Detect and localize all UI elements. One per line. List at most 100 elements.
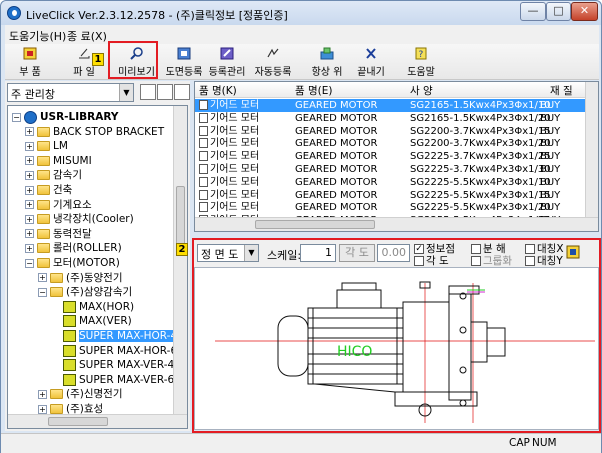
expand-icon[interactable]: + [25,243,34,253]
tree-node[interactable]: + 동력전달 [25,227,92,241]
auto-register-button[interactable]: 자동등록 [251,47,295,78]
list-horizontal-scrollbar[interactable] [195,217,598,231]
cell-text: GEARED MOTOR [295,164,378,175]
expand-icon[interactable]: + [25,156,34,166]
tree-horizontal-scrollbar[interactable] [8,414,187,428]
table-row[interactable]: 기어드 모터 GEARED MOTOR SG2200-3.7Kwx4Px3Φx1/2… [195,137,585,150]
tree-node[interactable]: + 감속기 [25,168,82,182]
menu-exit[interactable]: 종 료(X) [67,28,107,44]
cell-text: GEARED MOTOR [295,125,378,137]
maximize-button[interactable]: □ [546,2,571,21]
expand-icon[interactable]: + [25,141,34,151]
part-icon [63,373,76,386]
cell-text: GEARED MOTOR [295,100,378,111]
cell-text: BUY [540,125,561,137]
tree-node[interactable]: + 건축 [25,183,72,197]
table-row[interactable]: 기어드 모터 GEARED MOTOR SG2225-3.7Kwx4Px3Φx1/3… [195,163,585,176]
tree-node[interactable]: + BACK STOP BRACKET [25,125,164,139]
table-row[interactable]: 기어드 모터 GEARED MOTOR SG2165-1.5Kwx4Px3Φx1/1… [195,99,585,112]
table-row[interactable]: 기어드 모터 GEARED MOTOR SG2165-1.5Kwx4Px3Φx1/2… [195,112,585,125]
expand-icon[interactable]: + [25,200,34,210]
table-cell: 기어드 모터 [199,125,259,138]
panel-layout-icon-2[interactable] [157,84,173,100]
cell-text: 기어드 모터 [210,164,260,175]
always-on-top-button[interactable]: 항상 위 [307,47,347,78]
table-row[interactable]: 기어드 모터 GEARED MOTOR SG2225-5.5Kwx4Px3Φx1/1… [195,176,585,189]
table-row[interactable]: 기어드 모터 GEARED MOTOR SG2225-5.5Kwx4Px3Φx1/2… [195,201,585,214]
folder-icon [37,126,50,137]
minimize-button[interactable]: — [520,2,546,21]
help-button[interactable]: ? 도움말 [401,47,441,78]
folder-icon [50,404,63,414]
tree-node[interactable]: − 모터(MOTOR) [25,256,120,270]
tree-node[interactable]: + 기계요소 [25,198,92,212]
cell-text: SG2225-5.5Kwx4Px3Φx1/10 [410,176,551,188]
header-name-kor[interactable]: 품 명(K) [199,83,237,98]
panel-layout-icon-3[interactable] [174,84,190,100]
expand-icon[interactable]: + [25,127,34,137]
tree-node-label: 건축 [53,184,73,196]
tree-node-label: MAX(HOR) [79,300,135,313]
header-name-eng[interactable]: 품 명(E) [295,83,333,98]
tree-node[interactable]: + (주)동양전기 [38,271,123,285]
tree-node[interactable]: + MISUMI [25,154,92,168]
table-row[interactable]: 기어드 모터 GEARED MOTOR SG2200-3.7Kwx4Px3Φx1/1… [195,125,585,138]
header-material[interactable]: 재 질 [550,83,573,98]
tree-node[interactable]: SUPER MAX-VER-4P [51,358,181,372]
register-manage-button[interactable]: 등록관리 [205,47,249,78]
expand-icon[interactable]: + [25,229,34,239]
tree-node[interactable]: MAX(HOR) [51,300,134,314]
collapse-icon[interactable]: − [25,258,34,268]
document-icon [199,125,208,136]
table-cell: 기어드 모터 [199,112,259,125]
tree-node[interactable]: − USR-LIBRARY [12,110,118,124]
close-button[interactable]: ✕ [571,2,598,21]
cell-text: SG2225-5.5Kwx4Px3Φx1/15 [410,189,551,201]
tree-node[interactable]: SUPER MAX-HOR-6P [51,344,183,358]
list-vertical-scrollbar[interactable] [585,82,598,217]
tree-node[interactable]: MAX(VER) [51,314,132,328]
parts-button[interactable]: 부 품 [7,47,53,78]
tree-vertical-scrollbar[interactable] [173,106,187,415]
cell-text: GEARED MOTOR [295,176,378,188]
table-cell: SG2225-3.7Kwx4Px3Φx1/25 [410,150,551,163]
table-cell: 기어드 모터 [199,189,259,202]
expand-icon[interactable]: + [38,273,47,283]
cell-text: 기어드 모터 [210,151,260,163]
title-bar: LiveClick Ver.2.3.12.2578 - (주)클릭정보 [정품인… [1,1,601,25]
table-cell: GEARED MOTOR [295,176,377,189]
expand-icon[interactable]: + [25,170,34,180]
table-cell: GEARED MOTOR [295,125,377,138]
table-row[interactable]: 기어드 모터 GEARED MOTOR SG2225-3.7Kwx4Px3Φx1/2… [195,150,585,163]
menu-help[interactable]: 도움기능(H) [9,28,66,44]
collapse-icon[interactable]: − [12,112,21,122]
folder-icon [37,141,50,152]
drawing-register-button[interactable]: 도면등록 [163,47,205,78]
always-on-top-icon [320,47,334,60]
tree-node[interactable]: + (주)신명전기 [38,387,123,401]
tree-node[interactable]: + LM [25,139,68,153]
chevron-down-icon: ▼ [119,84,133,101]
manager-combo[interactable]: 주 관리창 ▼ [7,83,134,102]
tree-node-label: 감속기 [53,169,82,182]
cell-text: 기어드 모터 [210,138,260,150]
exit-button[interactable]: 끝내기 [351,47,391,78]
expand-icon[interactable]: + [38,404,47,414]
folder-icon [37,155,50,166]
expand-icon[interactable]: + [38,389,47,399]
header-spec[interactable]: 사 양 [410,83,433,98]
expand-icon[interactable]: + [25,185,34,195]
tree-node[interactable]: − (주)삼양감속기 [38,285,132,299]
collapse-icon[interactable]: − [38,287,47,297]
tree-node-label: SUPER MAX-HOR-6P [79,344,184,357]
cell-text: SG2165-1.5Kwx4Px3Φx1/10 [410,100,551,111]
table-cell: SG2225-5.5Kwx4Px3Φx1/20 [410,201,551,214]
table-row[interactable]: 기어드 모터 GEARED MOTOR SG2225-5.5Kwx4Px3Φx1/1… [195,189,585,202]
tree-node[interactable]: + 롤러(ROLLER) [25,241,122,255]
expand-icon[interactable]: + [25,214,34,224]
tree-node-label: (주)삼양감속기 [66,286,133,299]
tree-node[interactable]: SUPER MAX-VER-6P [51,373,181,387]
tree-node[interactable]: SUPER MAX-HOR-4P [51,329,184,343]
panel-layout-icon-1[interactable] [140,84,156,100]
tree-node[interactable]: + 냉각장치(Cooler) [25,212,134,226]
